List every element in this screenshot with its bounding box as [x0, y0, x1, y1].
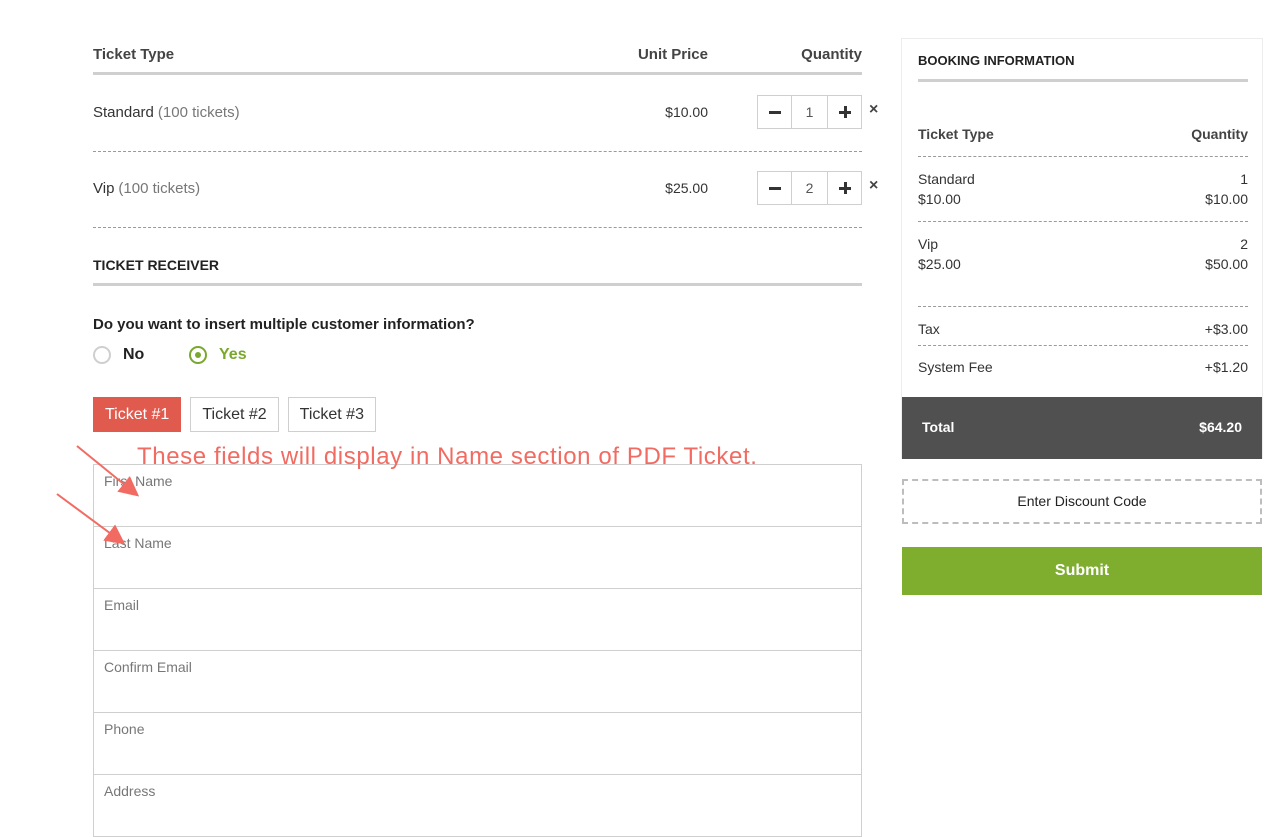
remove-ticket-icon[interactable]: ×	[869, 101, 878, 119]
header-ticket-type: Ticket Type	[93, 46, 175, 63]
decrease-quantity-button[interactable]	[757, 95, 792, 129]
quantity-input[interactable]: 1	[791, 95, 828, 129]
email-field[interactable]: Email	[93, 588, 862, 651]
booking-header: Ticket Type Quantity	[918, 126, 1248, 157]
address-field[interactable]: Address	[93, 774, 862, 837]
header-quantity: Quantity	[801, 46, 862, 63]
minus-icon	[769, 111, 781, 114]
tab-ticket-2[interactable]: Ticket #2	[190, 397, 279, 432]
total-row: Total $64.20	[902, 397, 1262, 459]
ticket-receiver-title: TICKET RECEIVER	[93, 257, 862, 286]
header-unit-price: Unit Price	[637, 46, 708, 63]
booking-header-type: Ticket Type	[918, 126, 994, 142]
annotation-text: These fields will display in Name sectio…	[137, 443, 758, 470]
tab-ticket-1[interactable]: Ticket #1	[93, 397, 182, 432]
last-name-field[interactable]: Last Name	[93, 526, 862, 589]
phone-field[interactable]: Phone	[93, 712, 862, 775]
system-fee-row: System Fee +$1.20	[918, 359, 1248, 383]
ticket-form: Ticket Type Unit Price Quantity Standard…	[56, 0, 878, 837]
ticket-availability: (100 tickets)	[157, 104, 240, 121]
ticket-name: Standard (100 tickets)	[93, 104, 240, 121]
discount-code-input[interactable]: Enter Discount Code	[902, 479, 1262, 524]
tax-row: Tax +$3.00	[918, 321, 1248, 346]
booking-item-vip: Vip 2 $25.00 $50.00	[918, 236, 1248, 307]
ticket-row-standard: Standard (100 tickets) $10.00 1 ×	[93, 75, 878, 152]
radio-no-label: No	[123, 346, 145, 363]
booking-item-name: Standard	[918, 171, 975, 187]
booking-item-subtotal: $50.00	[1205, 256, 1248, 272]
radio-unchecked-icon	[93, 346, 111, 364]
phone-label: Phone	[104, 721, 145, 737]
tab-ticket-3[interactable]: Ticket #3	[287, 397, 376, 432]
system-fee-value: +$1.20	[1204, 359, 1248, 375]
quantity-stepper: 1	[757, 95, 862, 129]
quantity-stepper: 2	[757, 171, 862, 205]
minus-icon	[769, 187, 781, 190]
radio-checked-icon	[189, 346, 207, 364]
booking-item-subtotal: $10.00	[1205, 191, 1248, 207]
increase-quantity-button[interactable]	[827, 95, 862, 129]
booking-item-qty: 2	[1240, 236, 1248, 252]
ticket-name-label: Vip	[93, 180, 115, 197]
email-label: Email	[104, 597, 140, 613]
system-fee-label: System Fee	[918, 359, 993, 375]
ticket-name-label: Standard	[93, 104, 154, 121]
ticket-tabs: Ticket #1 Ticket #2 Ticket #3	[93, 397, 385, 432]
ticket-table-header: Ticket Type Unit Price Quantity	[93, 42, 862, 75]
radio-yes-label: Yes	[219, 346, 247, 363]
radio-yes[interactable]: Yes	[189, 344, 247, 366]
receiver-fields: First Name Last Name Email Confirm Email…	[93, 464, 862, 837]
quantity-input[interactable]: 2	[791, 171, 828, 205]
multiple-customer-question: Do you want to insert multiple customer …	[93, 316, 475, 333]
last-name-label: Last Name	[104, 535, 172, 551]
booking-item-unit: $25.00	[918, 256, 961, 272]
booking-title: BOOKING INFORMATION	[918, 53, 1248, 82]
confirm-email-label: Confirm Email	[104, 659, 192, 675]
confirm-email-field[interactable]: Confirm Email	[93, 650, 862, 713]
address-label: Address	[104, 783, 156, 799]
remove-ticket-icon[interactable]: ×	[869, 177, 878, 195]
first-name-label: First Name	[104, 473, 173, 489]
ticket-unit-price: $10.00	[665, 104, 708, 120]
ticket-row-vip: Vip (100 tickets) $25.00 2 ×	[93, 151, 878, 228]
tax-label: Tax	[918, 321, 940, 337]
ticket-availability: (100 tickets)	[118, 180, 201, 197]
booking-item-name: Vip	[918, 236, 938, 252]
tax-value: +$3.00	[1204, 321, 1248, 337]
first-name-field[interactable]: First Name	[93, 464, 862, 527]
increase-quantity-button[interactable]	[827, 171, 862, 205]
ticket-name: Vip (100 tickets)	[93, 180, 200, 197]
decrease-quantity-button[interactable]	[757, 171, 792, 205]
radio-no[interactable]: No	[93, 344, 144, 366]
booking-item-unit: $10.00	[918, 191, 961, 207]
booking-header-quantity: Quantity	[1191, 126, 1248, 142]
booking-item-standard: Standard 1 $10.00 $10.00	[918, 171, 1248, 222]
total-label: Total	[922, 419, 955, 435]
submit-button[interactable]: Submit	[902, 547, 1262, 595]
booking-information: BOOKING INFORMATION Ticket Type Quantity…	[901, 38, 1263, 459]
total-value: $64.20	[1199, 419, 1242, 435]
booking-item-qty: 1	[1240, 171, 1248, 187]
ticket-unit-price: $25.00	[665, 180, 708, 196]
